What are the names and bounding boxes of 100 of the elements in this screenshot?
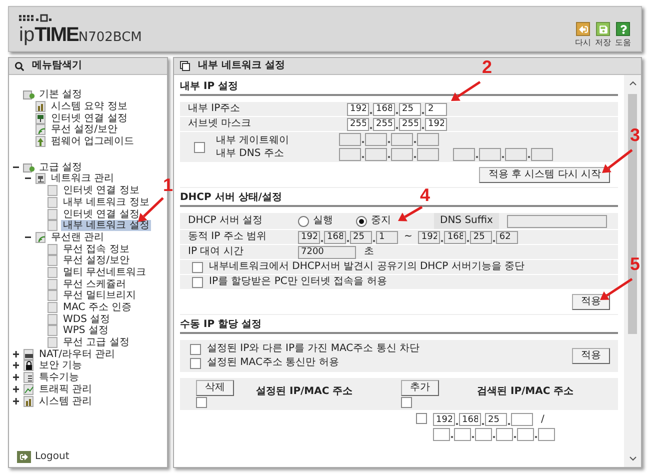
page-icon [47, 337, 59, 348]
checkbox-label: 설정된 IP와 다른 IP를 가진 MAC주소 통신 차단 [207, 343, 420, 355]
minus-icon[interactable] [12, 164, 20, 171]
octet-field[interactable] [433, 428, 450, 441]
logout-link[interactable]: Logout [9, 451, 167, 467]
plus-icon[interactable] [12, 362, 20, 370]
field-label: 동적 IP 주소 범위 [188, 231, 268, 243]
apply-button[interactable]: 적용 [572, 348, 610, 364]
checkbox[interactable] [196, 397, 207, 408]
checkbox-label: 내부네트워크에서 DHCP서버 발견시 공유기의 DHCP 서버기능을 중단 [209, 261, 525, 273]
checkbox-label: IP를 할당받은 PC만 인터넷 접속을 허용 [209, 276, 387, 288]
tree-item[interactable]: 멀티 무선네트워크 [61, 266, 148, 278]
tree-item[interactable]: 무선랜 관리 [49, 232, 106, 243]
plus-icon[interactable] [12, 386, 20, 393]
tree-item[interactable]: 네트워크 관리 [49, 173, 116, 184]
range-separator: ~ [403, 231, 414, 243]
tree-item[interactable]: 특수기능 [37, 372, 81, 384]
tree-item[interactable]: 시스템 관리 [37, 396, 94, 407]
tree-item[interactable]: 무선 멀티브리지 [61, 290, 138, 302]
scroll-down-icon[interactable] [628, 456, 636, 461]
octet-field[interactable]: 25 [485, 413, 507, 426]
tree-item[interactable]: 무선 스케쥴러 [61, 278, 128, 290]
octet-field[interactable]: 192 [347, 102, 369, 116]
wifi-icon [35, 232, 47, 243]
octet-field[interactable]: 192 [433, 413, 455, 426]
plus-icon[interactable] [12, 398, 20, 405]
tree-item[interactable]: 내부 네트워크 설정 [61, 220, 152, 232]
folder-icon [23, 89, 35, 100]
toolbar-button[interactable]: 다시 [575, 22, 591, 48]
octet-field[interactable]: 255 [347, 118, 369, 130]
tree-item[interactable]: 무선 접속 정보 [61, 244, 132, 255]
window-icon [180, 61, 190, 71]
page-icon [47, 244, 59, 255]
apply-restart-button[interactable]: 적용 후 시스템 다시 시작 [479, 167, 610, 183]
minus-icon[interactable] [24, 234, 32, 241]
checkbox[interactable] [401, 397, 412, 408]
page-icon [47, 314, 59, 325]
field-label: 내부 게이트웨이 [216, 134, 290, 146]
octet-field[interactable] [475, 428, 492, 441]
scroll-up-icon[interactable] [628, 81, 636, 86]
tree-item[interactable]: 무선 고급 설정 [61, 337, 132, 348]
address-separator: / [541, 414, 544, 426]
tree-item[interactable]: WDS 설정 [61, 314, 112, 325]
tree-item[interactable]: 인터넷 연결 설정 [61, 208, 142, 220]
callout-arrow [600, 278, 633, 300]
add-button[interactable]: 추가 [401, 380, 439, 396]
octet-field[interactable] [538, 428, 555, 441]
panel-title: 메뉴탐색기 [32, 60, 82, 72]
checkbox[interactable] [190, 344, 201, 354]
tree-item[interactable]: 트래픽 관리 [37, 384, 94, 395]
tree-item[interactable]: 내부 네트워크 정보 [61, 196, 152, 208]
octet-field[interactable] [511, 413, 533, 426]
page-icon [47, 278, 59, 290]
tree-item[interactable]: 고급 설정 [37, 162, 84, 173]
checkbox[interactable] [416, 413, 427, 424]
delete-button[interactable]: 삭제 [196, 380, 234, 396]
brand-logo: ipTIME [19, 25, 78, 45]
octet-field[interactable] [496, 428, 513, 441]
scrollbar[interactable] [624, 75, 641, 467]
tree-item[interactable]: 시스템 요약 정보 [49, 101, 130, 112]
checkbox[interactable] [190, 358, 201, 368]
field-label: 내부 DNS 주소 [216, 148, 284, 160]
model-name: N702BCM [78, 31, 142, 44]
section-heading: 수동 IP 할당 설정 [180, 315, 618, 334]
tree-item[interactable]: NAT/라우터 관리 [37, 348, 118, 360]
octet-field[interactable]: 25 [399, 102, 421, 116]
arrow-up-icon [35, 136, 47, 148]
tree-item[interactable]: 기본 설정 [37, 89, 84, 100]
toolbar-button[interactable]: 저장 [595, 22, 611, 48]
checkbox-label: 설정된 MAC주소 통신만 허용 [207, 357, 339, 369]
tree-item[interactable]: 인터넷 연결 설정 [49, 112, 130, 124]
tree-item[interactable]: WPS 설정 [61, 325, 110, 336]
field-label: DHCP 서버 설정 [188, 215, 264, 227]
tree-item[interactable]: MAC 주소 인증 [61, 302, 134, 314]
octet-field[interactable] [454, 428, 471, 441]
callout-arrow [602, 149, 633, 173]
tree-item[interactable]: 보안 기능 [37, 360, 84, 372]
router-icon [23, 348, 35, 360]
toolbar-button[interactable]: 도움 [615, 22, 631, 48]
column-header: 설정된 IP/MAC 주소 [255, 385, 353, 398]
tree-item[interactable]: 무선 설정/보안 [49, 124, 120, 136]
tree-item[interactable]: 인터넷 연결 정보 [61, 185, 142, 196]
callout-arrow [398, 206, 423, 222]
octet-field[interactable]: 255 [399, 118, 421, 130]
save-icon [598, 24, 608, 34]
search-icon [15, 62, 24, 70]
tree-item[interactable]: 무선 설정/보안 [61, 255, 132, 266]
plus-icon[interactable] [12, 374, 20, 382]
field-label: IP 대여 시간 [188, 246, 244, 258]
octet-field[interactable]: 255 [373, 118, 395, 130]
field-label: DNS Suffix [434, 213, 499, 229]
logo-mark-icon [19, 14, 53, 22]
graph-icon [23, 384, 35, 395]
octet-field[interactable] [517, 428, 534, 441]
page-icon [47, 325, 59, 336]
tree-item[interactable]: 펌웨어 업그레이드 [49, 136, 136, 148]
octet-field[interactable]: 192 [425, 118, 447, 130]
field-label: 내부 IP주소 [188, 103, 242, 115]
plus-icon[interactable] [12, 350, 20, 358]
octet-field[interactable]: 2 [425, 102, 447, 116]
